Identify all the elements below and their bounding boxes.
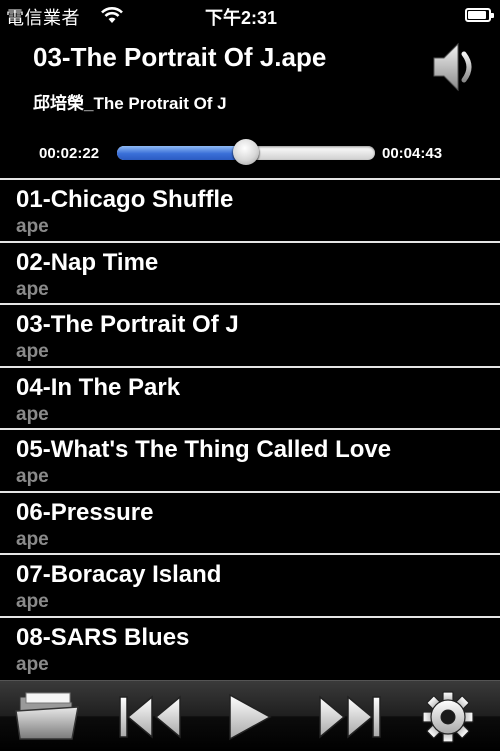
wifi-icon — [101, 7, 123, 23]
track-row[interactable]: 06-Pressure ape — [0, 490, 500, 554]
track-name: 02-Nap Time — [16, 248, 159, 276]
track-name: 07-Boracay Island — [16, 561, 222, 588]
now-playing-title: 03-The Portrait Of J.ape — [33, 42, 327, 72]
track-name: 08-SARS Blues — [16, 623, 190, 651]
track-name: 06-Pressure — [16, 498, 154, 526]
track-name: 05-What's The Thing Called Love — [16, 436, 392, 463]
track-format: ape — [16, 653, 49, 675]
folder-icon[interactable] — [14, 687, 86, 745]
status-time: 下午2:31 — [205, 8, 278, 28]
track-name: 01-Chicago Shuffle — [16, 186, 234, 213]
status-bar: 電信業者 下午2:31 — [0, 0, 500, 30]
now-playing-album: 邱培榮_The Protrait Of J — [33, 94, 227, 113]
track-row[interactable]: 04-In The Park ape — [0, 365, 500, 429]
now-playing-panel: 03-The Portrait Of J.ape 邱培榮_The Protrai… — [0, 30, 500, 178]
track-list: 01-Chicago Shuffle ape 02-Nap Time ape 0… — [0, 178, 500, 680]
track-format: ape — [16, 403, 49, 425]
track-row[interactable]: 08-SARS Blues ape — [0, 615, 500, 679]
track-format: ape — [16, 216, 49, 237]
battery-icon — [465, 8, 494, 22]
next-icon[interactable] — [314, 687, 386, 745]
track-format: ape — [16, 466, 49, 487]
play-icon[interactable] — [214, 687, 286, 745]
elapsed-time: 00:02:22 — [39, 145, 100, 162]
playback-toolbar — [0, 680, 500, 751]
track-format: ape — [16, 278, 49, 300]
track-row[interactable]: 02-Nap Time ape — [0, 240, 500, 304]
track-name: 04-In The Park — [16, 373, 181, 401]
track-format: ape — [16, 528, 49, 550]
carrier-name: 電信業者 — [6, 8, 80, 28]
track-row[interactable]: 01-Chicago Shuffle ape — [0, 178, 500, 241]
track-format: ape — [16, 591, 49, 612]
progress-fill — [117, 146, 246, 160]
track-row[interactable]: 07-Boracay Island ape — [0, 553, 500, 616]
track-name: 03-The Portrait Of J — [16, 311, 239, 338]
track-format: ape — [16, 341, 49, 362]
total-time: 00:04:43 — [382, 145, 443, 162]
track-row[interactable]: 05-What's The Thing Called Love ape — [0, 428, 500, 491]
previous-icon[interactable] — [114, 687, 186, 745]
progress-thumb[interactable] — [233, 139, 259, 165]
settings-gear-icon[interactable] — [416, 687, 480, 745]
volume-icon[interactable] — [428, 30, 484, 104]
track-row[interactable]: 03-The Portrait Of J ape — [0, 303, 500, 366]
battery-level — [468, 11, 486, 19]
